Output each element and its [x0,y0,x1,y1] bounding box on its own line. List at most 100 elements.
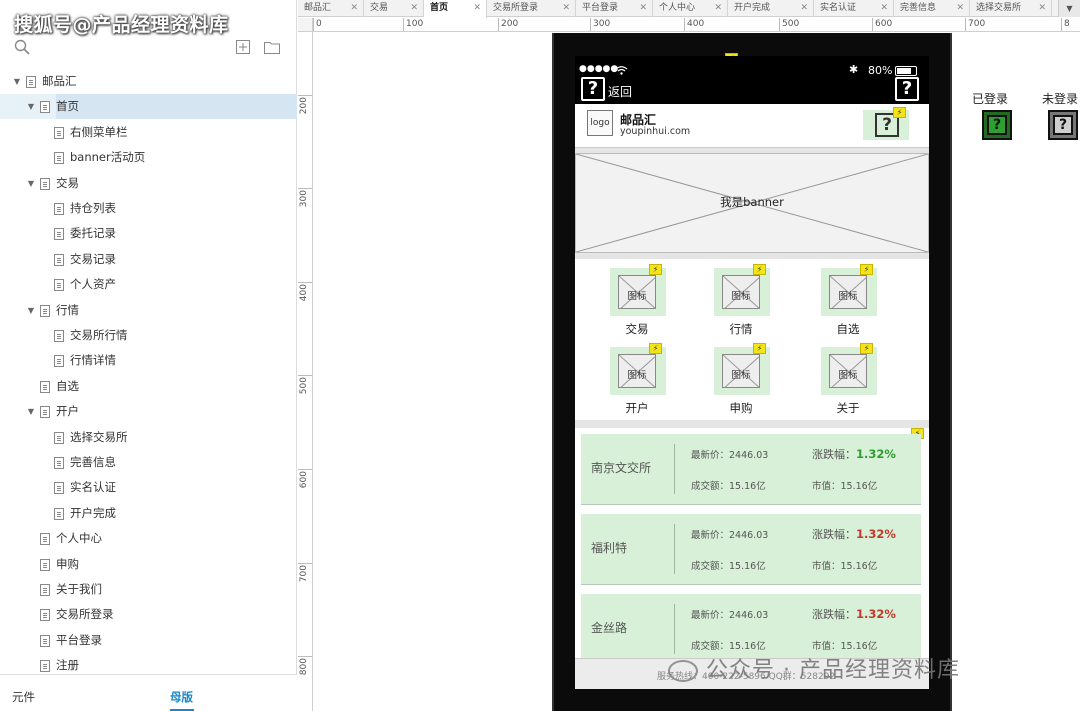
tree-item[interactable]: 注册 [0,653,297,673]
tab-0[interactable]: 邮品汇 ✕ [298,0,364,17]
tree-item[interactable]: ▼ 交易 [0,171,297,196]
close-tab-icon[interactable]: ✕ [880,0,888,17]
page-icon [54,253,64,266]
exchange-row[interactable]: 南京文交所 最新价：2446.03 成交额：15.16亿 涨跌幅：1.32% 市值：15… [581,434,921,505]
feature-item[interactable]: 图标 开户 ⚡ [609,343,669,417]
tree-item[interactable]: 选择交易所 [0,425,297,450]
page-tree-toolbar [0,35,297,65]
tree-item[interactable]: 行情详情 [0,348,297,373]
interaction-bolt-icon[interactable]: ⚡ [753,264,766,275]
expand-arrow-icon[interactable]: ▼ [26,399,36,424]
tree-item[interactable]: 交易记录 [0,247,297,272]
tree-item[interactable]: 实名认证 [0,475,297,500]
feature-item[interactable]: 图标 关于 ⚡ [820,343,880,417]
tab-8[interactable]: 完善信息 ✕ [894,0,970,17]
tree-item-label: 个人资产 [70,277,116,292]
close-tab-icon[interactable]: ✕ [714,0,722,17]
close-tab-icon[interactable]: ✕ [956,0,964,17]
tree-item[interactable]: ▼ 行情 [0,298,297,323]
tree-item[interactable]: ▼ 首页 [0,94,297,120]
tree-item-label: 申购 [56,556,79,571]
tab-masters[interactable]: 母版 [170,689,193,705]
close-tab-icon[interactable]: ✕ [800,0,808,17]
interaction-bolt-icon[interactable]: ⚡ [860,343,873,354]
add-folder-icon[interactable] [264,41,280,54]
add-page-icon[interactable] [236,40,250,54]
exchange-row[interactable]: 福利特 最新价：2446.03 成交额：15.16亿 涨跌幅：1.32% 市值：15.1… [581,514,921,585]
close-tab-icon[interactable]: ✕ [473,0,481,17]
search-icon[interactable] [14,39,30,55]
ruler-tick [779,18,780,31]
tree-item[interactable]: 右侧菜单栏 [0,120,297,145]
document-tabs: 邮品汇 ✕ 交易 ✕ 首页 ✕ 交易所登录 ✕ 平台登录 ✕ 个人中心 ✕ 开户完成 ✕ 实名认证 ✕ 完善信息… [298,0,1080,18]
tab-label: 首页 [430,3,449,13]
exchange-name: 福利特 [591,541,628,555]
icon-placeholder-text: 图标 [838,291,858,302]
tab-overflow-chevron-icon[interactable]: ▼ [1058,0,1080,17]
back-icon[interactable]: ? [581,77,605,101]
feature-item[interactable]: 图标 自选 ⚡ [820,264,880,338]
tab-2[interactable]: 首页 ✕ [424,0,487,18]
change: 涨跌幅：1.32% [812,526,896,542]
tree-item[interactable]: 委托记录 [0,221,297,246]
tree-item[interactable]: 开户完成 [0,501,297,526]
tab-4[interactable]: 平台登录 ✕ [576,0,653,17]
ruler-tick [590,18,591,31]
tree-item[interactable]: ▼ 开户 [0,399,297,424]
interaction-bolt-icon[interactable]: ⚡ [860,264,873,275]
close-tab-icon[interactable]: ✕ [410,0,418,17]
page-icon [54,355,64,368]
tree-item[interactable]: 交易所行情 [0,323,297,348]
feature-item[interactable]: 图标 申购 ⚡ [713,343,773,417]
close-tab-icon[interactable]: ✕ [639,0,647,17]
expand-arrow-icon[interactable]: ▼ [26,298,36,323]
tree-item[interactable]: banner活动页 [0,145,297,170]
tab-3[interactable]: 交易所登录 ✕ [487,0,576,17]
tab-6[interactable]: 开户完成 ✕ [728,0,814,17]
tree-item[interactable]: ▼ 邮品汇 [0,69,297,94]
close-tab-icon[interactable]: ✕ [562,0,570,17]
phone-screen: ●●●●● ✱ 80% ? 返回 ? logo 邮品汇 youpinhui.co… [575,56,929,689]
tree-item[interactable]: 关于我们 [0,577,297,602]
expand-arrow-icon[interactable]: ▼ [12,69,22,94]
tab-7[interactable]: 实名认证 ✕ [814,0,894,17]
tab-5[interactable]: 个人中心 ✕ [653,0,728,17]
state-logged-out-button[interactable]: ? [1048,110,1078,140]
tree-item[interactable]: 个人资产 [0,272,297,297]
close-tab-icon[interactable]: ✕ [350,0,358,17]
page-tree: ▼ 邮品汇 ▼ 首页 右侧菜单栏 banner活动页 ▼ 交易 持仓列表 委托记录 交易记录个人资产… [0,69,297,673]
tree-item[interactable]: 持仓列表 [0,196,297,221]
tree-item[interactable]: 交易所登录 [0,602,297,627]
menu-icon[interactable]: ? [895,77,919,101]
feature-item[interactable]: 图标 行情 ⚡ [713,264,773,338]
tab-9[interactable]: 选择交易所 ✕ [970,0,1052,17]
change-label: 涨跌幅： [812,528,856,541]
tree-item[interactable]: 自选 [0,374,297,399]
tree-item-label: 完善信息 [70,455,116,469]
interaction-bolt-icon[interactable]: ⚡ [649,264,662,275]
interaction-bolt-icon[interactable]: ⚡ [753,343,766,354]
state-logged-in-button[interactable]: ? [982,110,1012,140]
ruler-tick [684,18,685,31]
ruler-tick [298,656,312,657]
tree-item-label: banner活动页 [70,150,146,165]
back-button[interactable]: 返回 [608,83,632,100]
expand-arrow-icon[interactable]: ▼ [26,94,36,119]
page-icon [26,76,36,88]
tab-label: 选择交易所 [976,3,1022,13]
tree-item-label: 交易所行情 [70,328,128,342]
expand-arrow-icon[interactable]: ▼ [26,171,36,196]
interaction-bolt-icon[interactable]: ⚡ [893,107,906,118]
banner-placeholder[interactable]: 我是banner [575,153,929,253]
tree-item[interactable]: 申购 [0,552,297,577]
tree-item[interactable]: 平台登录 [0,628,297,653]
header-action[interactable]: ? ⚡ [863,107,909,140]
close-tab-icon[interactable]: ✕ [1038,0,1046,17]
ruler-tick [298,375,312,376]
tree-item[interactable]: 完善信息 [0,450,297,475]
interaction-bolt-icon[interactable]: ⚡ [649,343,662,354]
tab-1[interactable]: 交易 ✕ [364,0,424,17]
tab-components[interactable]: 元件 [12,689,35,705]
tree-item[interactable]: 个人中心 [0,526,297,551]
feature-item[interactable]: 图标 交易 ⚡ [609,264,669,338]
